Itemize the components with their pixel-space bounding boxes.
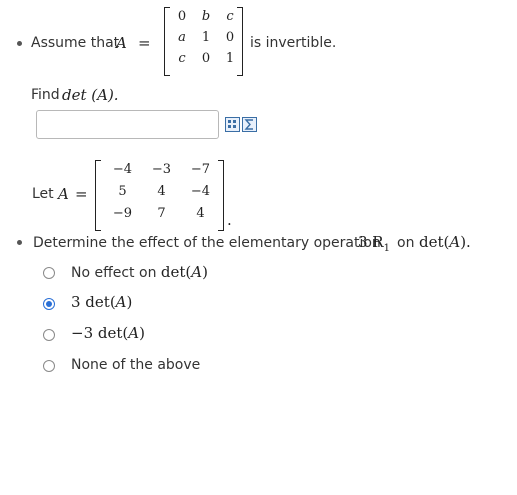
q2-matrix-cell-r3c3: 4 [196, 206, 205, 221]
q1-equals: = [138, 34, 151, 52]
q2-matrix-cell-r1c3: −7 [190, 162, 211, 177]
q1-suffix-text: is invertible. [250, 35, 337, 51]
q2-matrix: −4 −3 −7 5 4 −4 −9 7 4 [103, 162, 220, 228]
q1-matrix-cell-r3c2: 0 [201, 51, 211, 66]
q2-let-text: Let [32, 186, 54, 202]
q2-matrix-right-bracket [218, 160, 224, 231]
q2-matrix-cell-r1c1: −4 [112, 162, 133, 177]
q2-matrix-cell-r1c2: −3 [151, 162, 172, 177]
q1-matrix: 0bca10c01 [170, 9, 242, 72]
q1-find-text: Find [31, 87, 60, 103]
option-no-effect-math: det(A) [160, 263, 208, 281]
q2-matrix-cell-r3c2: 7 [157, 206, 166, 221]
q1-var: A [116, 34, 127, 52]
q2-prompt-op: 3 R1 [358, 233, 390, 254]
bullet-question-2 [17, 240, 22, 245]
q1-matrix-cell-r3c1: c [178, 51, 186, 66]
option-none-label: None of the above [71, 357, 201, 373]
radio-neg-3-det[interactable] [43, 329, 55, 341]
radio-none[interactable] [43, 360, 55, 372]
q2-prompt-on: on [397, 235, 415, 251]
option-3-det-label: 3 det(A) [71, 293, 133, 311]
q2-prompt-text: Determine the effect of the elementary o… [33, 235, 381, 251]
q2-matrix-cell-r2c1: 5 [118, 184, 127, 199]
q1-matrix-cell-r2c2: 1 [201, 30, 211, 45]
formula-tool-icon[interactable] [242, 117, 257, 132]
option-no-effect-label: No effect on det(A) [71, 263, 208, 281]
q2-var: A [58, 185, 69, 203]
radio-3-det[interactable] [43, 298, 55, 310]
bullet-question-1 [17, 41, 22, 46]
q2-equals: = [75, 185, 88, 203]
q1-matrix-cell-r1c2: b [201, 9, 211, 24]
q1-matrix-cell-r1c1: 0 [177, 9, 187, 24]
q1-find-expr: det (A). [62, 86, 119, 104]
q1-matrix-cell-r2c1: a [178, 30, 186, 45]
matrix-tool-icon[interactable] [225, 117, 240, 132]
q2-matrix-cell-r3c1: −9 [112, 206, 133, 221]
option-neg-3-det-label: −3 det(A) [71, 324, 145, 342]
det-answer-input[interactable] [36, 110, 219, 139]
q2-matrix-cell-r2c2: 4 [157, 184, 166, 199]
q1-matrix-right-bracket [237, 7, 243, 76]
q2-prompt-op-sub: 1 [383, 243, 390, 254]
option-no-effect-text: No effect on [71, 265, 157, 281]
q2-prompt-expr: det(A). [419, 233, 471, 251]
radio-no-effect[interactable] [43, 267, 55, 279]
q1-prefix-text: Assume that [31, 35, 120, 51]
q2-prompt-op-label: 3 R [358, 233, 384, 251]
q2-matrix-period: . [227, 211, 232, 229]
q2-matrix-left-bracket [95, 160, 101, 231]
q2-matrix-cell-r2c3: −4 [190, 184, 211, 199]
